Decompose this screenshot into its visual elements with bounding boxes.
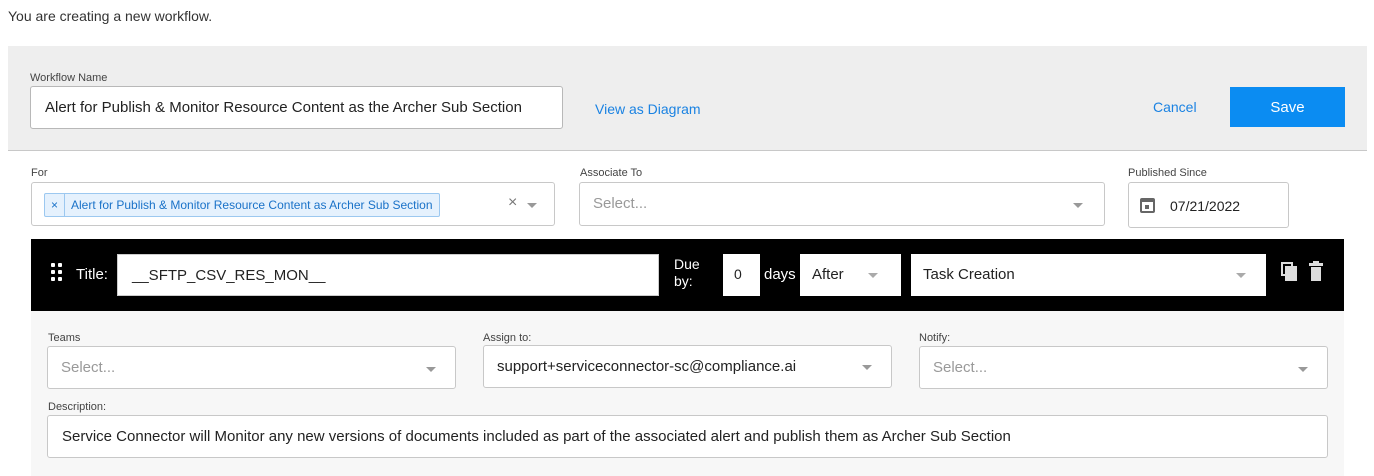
assign-to-value: support+serviceconnector-sc@compliance.a…: [497, 358, 797, 375]
teams-label: Teams: [48, 332, 81, 344]
associate-to-placeholder: Select...: [593, 195, 648, 212]
published-since-label: Published Since: [1128, 167, 1207, 179]
due-relation-select[interactable]: After: [800, 254, 901, 296]
assign-to-select[interactable]: support+serviceconnector-sc@compliance.a…: [483, 345, 892, 388]
description-input[interactable]: Service Connector will Monitor any new v…: [47, 415, 1328, 458]
cancel-button[interactable]: Cancel: [1153, 99, 1197, 115]
due-by-label: Due by:: [674, 256, 700, 289]
notify-placeholder: Select...: [933, 359, 988, 376]
published-since-date-input[interactable]: 07/21/2022: [1128, 182, 1289, 228]
copy-icon[interactable]: [1281, 262, 1298, 281]
page-intro-text: You are creating a new workflow.: [8, 8, 213, 24]
due-relation-value: After: [812, 266, 844, 283]
for-multiselect[interactable]: × Alert for Publish & Monitor Resource C…: [31, 182, 555, 226]
chevron-down-icon[interactable]: [1298, 367, 1308, 372]
task-title-input[interactable]: __SFTP_CSV_RES_MON__: [117, 254, 659, 296]
notify-label: Notify:: [919, 332, 951, 344]
chevron-down-icon[interactable]: [868, 273, 878, 278]
teams-placeholder: Select...: [61, 359, 116, 376]
chevron-down-icon[interactable]: [527, 203, 537, 208]
view-as-diagram-link[interactable]: View as Diagram: [595, 101, 701, 117]
workflow-name-label: Workflow Name: [30, 72, 108, 84]
calendar-icon[interactable]: [1140, 198, 1155, 213]
workflow-header: Workflow Name Alert for Publish & Monito…: [8, 46, 1367, 151]
workflow-name-input[interactable]: Alert for Publish & Monitor Resource Con…: [30, 86, 563, 129]
chevron-down-icon[interactable]: [426, 367, 436, 372]
days-label: days: [764, 266, 796, 283]
associate-to-label: Associate To: [580, 167, 643, 179]
task-title-label: Title:: [76, 266, 108, 283]
teams-select[interactable]: Select...: [47, 346, 456, 389]
task-header-bar: Title: __SFTP_CSV_RES_MON__ Due by: 0 da…: [31, 239, 1344, 311]
due-event-select[interactable]: Task Creation: [911, 254, 1266, 296]
published-since-value: 07/21/2022: [1170, 198, 1241, 214]
associate-to-select[interactable]: Select...: [579, 182, 1105, 226]
due-days-input[interactable]: 0: [723, 254, 760, 296]
for-label: For: [31, 167, 48, 179]
clear-selection-icon[interactable]: ×: [508, 194, 517, 212]
trash-icon[interactable]: [1309, 261, 1323, 281]
description-label: Description:: [48, 401, 107, 413]
chevron-down-icon[interactable]: [1073, 203, 1083, 208]
chip-remove-icon[interactable]: ×: [45, 194, 66, 216]
chevron-down-icon[interactable]: [862, 365, 872, 370]
chip-label: Alert for Publish & Monitor Resource Con…: [71, 198, 433, 212]
chevron-down-icon[interactable]: [1236, 273, 1246, 278]
for-selected-chip: × Alert for Publish & Monitor Resource C…: [44, 193, 440, 217]
save-button[interactable]: Save: [1230, 87, 1345, 127]
due-event-value: Task Creation: [923, 266, 1015, 283]
notify-select[interactable]: Select...: [919, 346, 1328, 389]
assign-to-label: Assign to:: [483, 332, 532, 344]
drag-handle-icon[interactable]: [51, 263, 63, 281]
